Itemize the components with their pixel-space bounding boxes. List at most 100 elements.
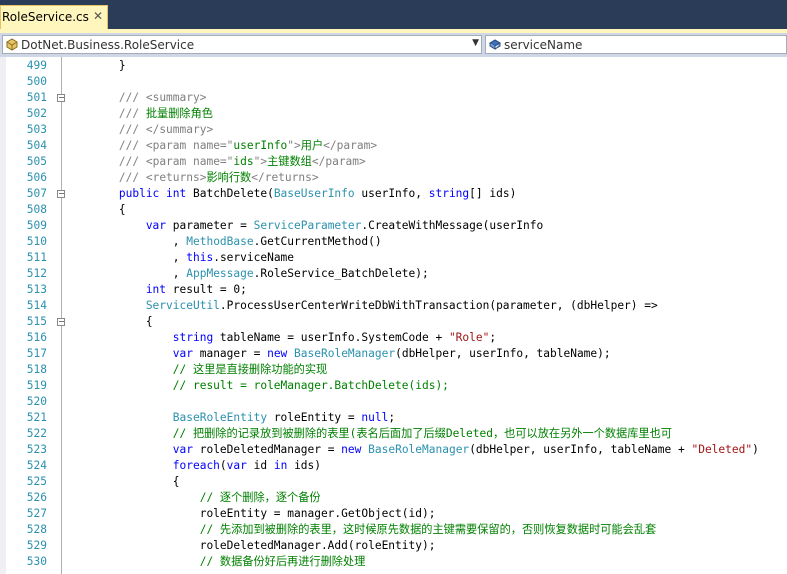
code-line[interactable]: /// <param name="userInfo">用户</param> — [65, 138, 377, 154]
code-line[interactable]: { — [65, 474, 180, 490]
collapse-toggle-icon[interactable]: − — [57, 94, 65, 102]
line-number: 515 — [26, 315, 47, 328]
code-line[interactable]: , MethodBase.GetCurrentMethod() — [65, 234, 382, 250]
code-token: foreach — [65, 459, 220, 472]
line-number: 520 — [26, 395, 47, 408]
code-token: BatchDelete( — [186, 187, 274, 200]
code-line[interactable]: // 把删除的记录放到被删除的表里(表名后面加了后缀Deleted，也可以放在另… — [65, 426, 672, 442]
code-line[interactable]: /// <returns>影响行数</returns> — [65, 170, 319, 186]
collapse-toggle-icon[interactable]: − — [57, 318, 65, 326]
code-token: ( — [219, 459, 227, 472]
code-token: { — [65, 315, 153, 328]
code-line[interactable]: /// </summary> — [65, 122, 213, 138]
code-token: 主键数组 — [267, 155, 312, 168]
code-line[interactable]: var manager = new BaseRoleManager(dbHelp… — [65, 346, 611, 362]
type-dropdown-value: DotNet.Business.RoleService — [21, 38, 195, 52]
code-line[interactable]: var parameter = ServiceParameter.CreateW… — [65, 218, 543, 234]
code-token: /// — [65, 139, 140, 152]
line-number: 525 — [26, 475, 47, 488]
code-token: .RoleService_BatchDelete); — [253, 267, 429, 280]
code-token: /// — [65, 107, 140, 120]
code-token: <returns> — [145, 171, 207, 184]
code-line[interactable]: foreach(var id in ids) — [65, 458, 321, 474]
code-editor[interactable]: 499 500 501 502 503 504 505 506 507 508 509 510 511 5… — [0, 57, 787, 574]
code-line[interactable]: , AppMessage.RoleService_BatchDelete); — [65, 266, 429, 282]
code-token: BaseRoleEntity — [65, 411, 268, 424]
code-line[interactable]: // 先添加到被删除的表里，这时候原先数据的主键需要保留的，否则恢复数据时可能会… — [65, 522, 657, 538]
line-number: 507 — [26, 187, 47, 200]
code-line[interactable]: roleDeletedManager.Add(roleEntity); — [65, 538, 436, 554]
code-line[interactable]: // 逐个删除，逐个备份 — [65, 490, 321, 506]
line-number: 511 — [26, 251, 47, 264]
code-line[interactable]: roleEntity = manager.GetObject(id); — [65, 506, 436, 522]
outlining-line — [61, 57, 62, 574]
code-token: roleDeletedManager = — [192, 443, 342, 456]
code-token: int — [65, 283, 167, 296]
code-token: "> — [253, 155, 268, 168]
code-token: 批量删除角色 — [139, 107, 213, 120]
line-number: 510 — [26, 235, 47, 248]
code-line[interactable]: string tableName = userInfo.SystemCode +… — [65, 330, 496, 346]
code-token: ; — [388, 411, 396, 424]
code-token: ) — [752, 443, 759, 456]
line-number: 528 — [26, 523, 47, 536]
field-icon — [488, 37, 502, 51]
code-token: this — [186, 251, 214, 264]
code-line[interactable]: /// 批量删除角色 — [65, 106, 213, 122]
code-token: string — [428, 187, 470, 200]
code-token: var — [65, 219, 167, 232]
code-line[interactable]: var roleDeletedManager = new BaseRoleMan… — [65, 442, 759, 458]
code-token: null — [361, 411, 389, 424]
code-line[interactable]: // 这里是直接删除功能的实现 — [65, 362, 327, 378]
tab-roleservice[interactable]: RoleService.cs ✕ — [0, 5, 108, 29]
code-token: { — [65, 203, 126, 216]
member-dropdown[interactable]: serviceName — [485, 35, 787, 54]
code-line[interactable]: /// <param name="ids">主键数组</param> — [65, 154, 366, 170]
code-token: // 逐个删除，逐个备份 — [65, 491, 321, 504]
code-token: { — [65, 475, 180, 488]
line-number: 523 — [26, 443, 47, 456]
code-token: , — [65, 235, 187, 248]
code-token: var — [65, 347, 193, 360]
code-token: tableName = userInfo.SystemCode + — [213, 331, 449, 344]
line-number: 524 — [26, 459, 47, 472]
code-token: </param> — [323, 139, 378, 152]
code-line[interactable]: /// <summary> — [65, 90, 207, 106]
code-line[interactable]: } — [65, 58, 126, 74]
code-line[interactable]: int result = 0; — [65, 282, 247, 298]
code-line[interactable]: public int BatchDelete(BaseUserInfo user… — [65, 186, 516, 202]
code-token: <summary> — [145, 91, 207, 104]
close-icon[interactable]: ✕ — [93, 9, 103, 23]
code-token: ServiceUtil — [65, 299, 220, 312]
code-token: .serviceName — [213, 251, 295, 264]
code-line[interactable]: , this.serviceName — [65, 250, 294, 266]
line-number: 506 — [26, 171, 47, 184]
code-token: in — [273, 459, 288, 472]
code-line[interactable]: BaseRoleEntity roleEntity = null; — [65, 410, 395, 426]
line-number: 501 — [26, 91, 47, 104]
code-line[interactable]: // 数据备份好后再进行删除处理 — [65, 554, 366, 570]
code-token: /// — [65, 91, 140, 104]
code-token: <param name=" — [145, 139, 234, 152]
code-token: 影响行数 — [206, 171, 252, 184]
code-token: result = 0; — [166, 283, 247, 296]
code-token: BaseRoleManager — [294, 347, 396, 360]
code-token: <param name=" — [145, 155, 234, 168]
code-token: } — [65, 59, 126, 72]
line-number: 502 — [26, 107, 47, 120]
code-line[interactable]: ServiceUtil.ProcessUserCenterWriteDbWith… — [65, 298, 658, 314]
code-line[interactable]: // result = roleManager.BatchDelete(ids)… — [65, 378, 449, 394]
line-number: 499 — [26, 59, 47, 72]
collapse-toggle-icon[interactable]: − — [57, 190, 65, 198]
code-line[interactable]: { — [65, 314, 153, 330]
line-number: 505 — [26, 155, 47, 168]
code-line[interactable]: { — [65, 202, 126, 218]
code-token: .CreateWithMessage(userInfo — [361, 219, 544, 232]
type-dropdown[interactable]: DotNet.Business.RoleService ▼ — [2, 35, 482, 54]
code-token: ServiceParameter — [253, 219, 362, 232]
line-number: 522 — [26, 427, 47, 440]
code-token: id — [246, 459, 274, 472]
code-token: BaseUserInfo — [273, 187, 355, 200]
line-number: 513 — [26, 283, 47, 296]
